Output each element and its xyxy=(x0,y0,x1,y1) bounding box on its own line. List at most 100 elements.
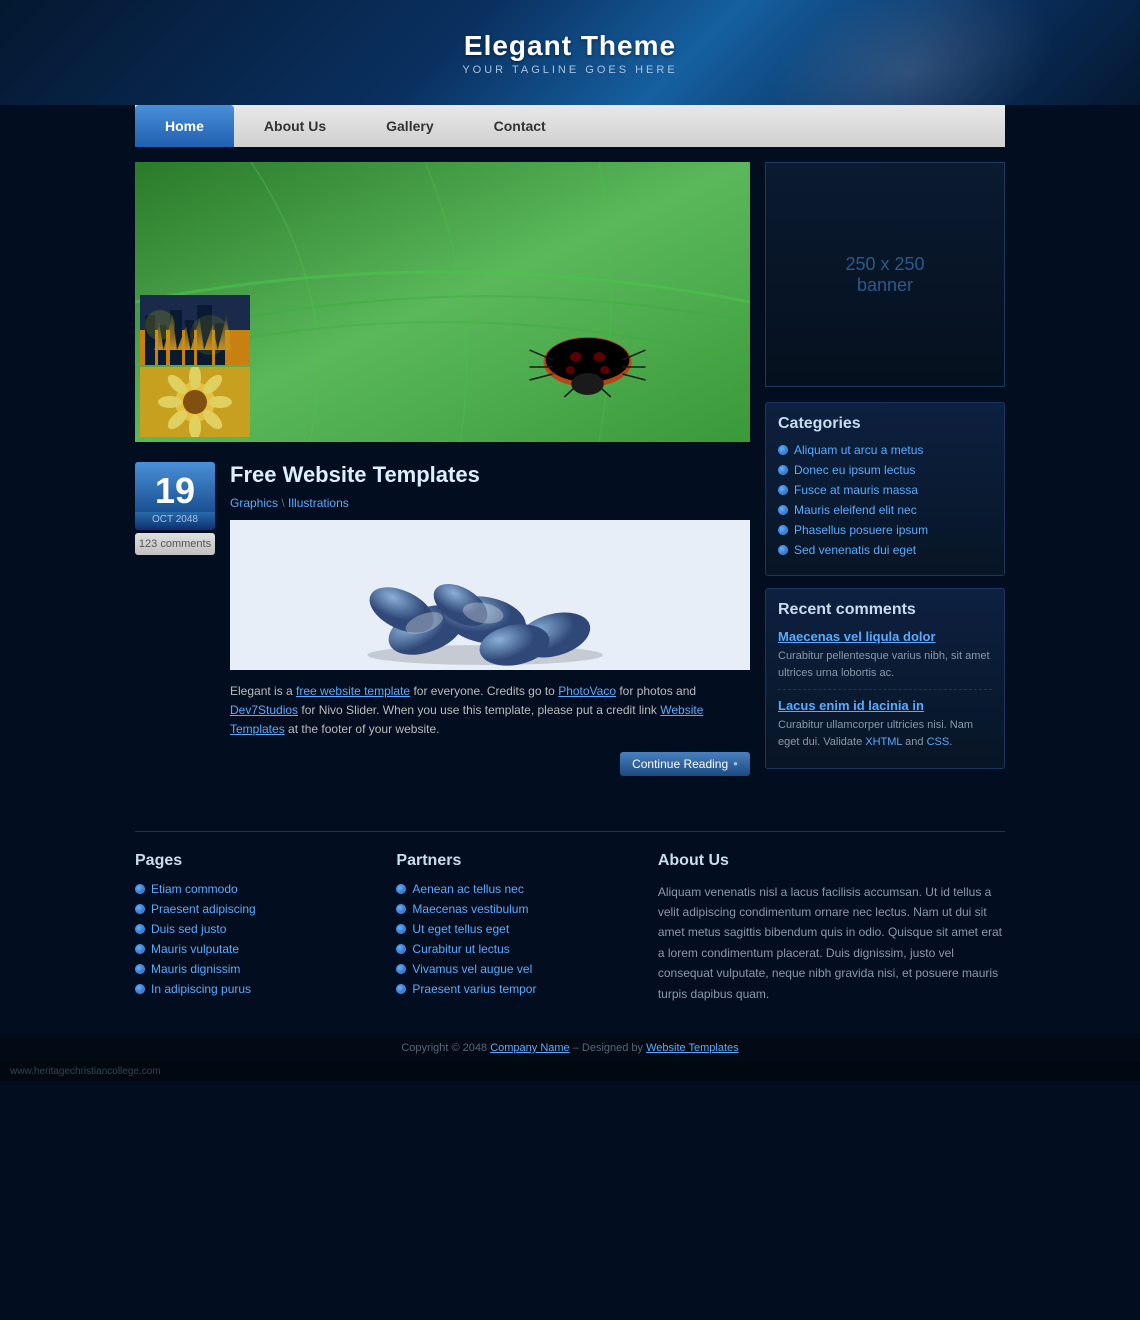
bullet-icon xyxy=(396,984,406,994)
continue-reading-button[interactable]: Continue Reading xyxy=(620,752,750,776)
website-templates-footer-link[interactable]: Website Templates xyxy=(646,1042,739,1054)
categories-title: Categories xyxy=(778,415,992,433)
cat-item-1[interactable]: Aliquam ut arcu a metus xyxy=(778,443,992,457)
footer-partners-title: Partners xyxy=(396,852,627,870)
cat-item-5[interactable]: Phasellus posuere ipsum xyxy=(778,523,992,537)
cat-item-6[interactable]: Sed venenatis dui eget xyxy=(778,543,992,557)
comment-text-2: Curabitur ullamcorper ultricies nisi. Na… xyxy=(778,717,992,750)
main-wrapper: 19 OCT 2048 123 comments Free Website Te… xyxy=(135,147,1005,811)
cat-label-5: Phasellus posuere ipsum xyxy=(794,523,928,537)
recent-comments-title: Recent comments xyxy=(778,601,992,619)
comment-title-2[interactable]: Lacus enim id lacinia in xyxy=(778,698,992,713)
bullet-icon xyxy=(135,984,145,994)
footer-about-text: Aliquam venenatis nisl a lacus facilisis… xyxy=(658,882,1005,1004)
footer-page-6[interactable]: In adipiscing purus xyxy=(135,982,366,996)
bullet-icon xyxy=(396,964,406,974)
cat-bullet-icon xyxy=(778,525,788,535)
browser-status-bar: www.heritagechristiancollege.com xyxy=(0,1062,1140,1081)
cat-item-2[interactable]: Donec eu ipsum lectus xyxy=(778,463,992,477)
nav-item-gallery[interactable]: Gallery xyxy=(356,105,463,147)
company-name-link[interactable]: Company Name xyxy=(490,1042,569,1054)
cat-item-4[interactable]: Mauris eleifend elit nec xyxy=(778,503,992,517)
slider-main-image xyxy=(135,162,750,442)
status-url: www.heritagechristiancollege.com xyxy=(10,1066,161,1077)
bullet-icon xyxy=(135,884,145,894)
categories-widget: Categories Aliquam ut arcu a metus Donec… xyxy=(765,402,1005,576)
bullet-icon xyxy=(135,904,145,914)
recent-comments-widget: Recent comments Maecenas vel liqula dolo… xyxy=(765,588,1005,769)
xhtml-link[interactable]: XHTML xyxy=(865,736,902,748)
site-title: Elegant Theme xyxy=(462,30,677,62)
cat-graphics-link[interactable]: Graphics xyxy=(230,496,278,510)
bullet-icon xyxy=(135,924,145,934)
footer-about-title: About Us xyxy=(658,852,1005,870)
nav-item-home[interactable]: Home xyxy=(135,105,234,147)
css-link[interactable]: CSS xyxy=(927,736,950,748)
nav-item-about[interactable]: About Us xyxy=(234,105,356,147)
footer-pages-title: Pages xyxy=(135,852,366,870)
sidebar-banner[interactable]: 250 x 250 banner xyxy=(765,162,1005,387)
bullet-icon xyxy=(396,904,406,914)
footer-partner-2[interactable]: Maecenas vestibulum xyxy=(396,902,627,916)
comment-title-1[interactable]: Maecenas vel liqula dolor xyxy=(778,629,992,644)
slider-thumb-1[interactable] xyxy=(140,295,250,365)
post-body: Free Website Templates Graphics \ Illust… xyxy=(230,462,750,776)
post-text: Elegant is a free website template for e… xyxy=(230,682,750,740)
footer-page-1[interactable]: Etiam commodo xyxy=(135,882,366,896)
date-number: 19 xyxy=(135,462,215,512)
cat-bullet-icon xyxy=(778,545,788,555)
cat-label-3: Fusce at mauris massa xyxy=(794,483,918,497)
footer-page-4[interactable]: Mauris vulputate xyxy=(135,942,366,956)
footer-partner-3[interactable]: Ut eget tellus eget xyxy=(396,922,627,936)
comment-text-1: Curabitur pellentesque varius nibh, sit … xyxy=(778,648,992,681)
date-month-year: OCT 2048 xyxy=(135,512,215,530)
photovaco-link[interactable]: PhotoVaco xyxy=(558,684,616,698)
footer-partner-5[interactable]: Vivamus vel augue vel xyxy=(396,962,627,976)
footer-columns: Pages Etiam commodo Praesent adipiscing … xyxy=(135,831,1005,1004)
copyright-text2: – Designed by xyxy=(570,1042,646,1054)
sidebar: 250 x 250 banner Categories Aliquam ut a… xyxy=(765,162,1005,796)
footer-page-5[interactable]: Mauris dignissim xyxy=(135,962,366,976)
post-date-box: 19 OCT 2048 123 comments xyxy=(135,462,215,776)
cat-label-4: Mauris eleifend elit nec xyxy=(794,503,917,517)
post-categories: Graphics \ Illustrations xyxy=(230,496,750,510)
bullet-icon xyxy=(396,884,406,894)
blog-post: 19 OCT 2048 123 comments Free Website Te… xyxy=(135,462,750,776)
footer-page-3[interactable]: Duis sed justo xyxy=(135,922,366,936)
slider-thumbnails xyxy=(135,290,255,442)
sidebar-divider xyxy=(778,689,992,690)
post-comments-count[interactable]: 123 comments xyxy=(135,533,215,555)
footer-page-2[interactable]: Praesent adipiscing xyxy=(135,902,366,916)
cat-bullet-icon xyxy=(778,445,788,455)
header-text: Elegant Theme YOUR TAGLINE GOES HERE xyxy=(462,30,677,76)
image-slider[interactable] xyxy=(135,162,750,442)
post-featured-image xyxy=(230,520,750,670)
cat-label-6: Sed venenatis dui eget xyxy=(794,543,916,557)
nav-item-contact[interactable]: Contact xyxy=(464,105,576,147)
footer-pages-col: Pages Etiam commodo Praesent adipiscing … xyxy=(135,852,366,1004)
cat-item-3[interactable]: Fusce at mauris massa xyxy=(778,483,992,497)
footer-partner-4[interactable]: Curabitur ut lectus xyxy=(396,942,627,956)
slider-thumb-2[interactable] xyxy=(140,367,250,437)
footer-partner-1[interactable]: Aenean ac tellus nec xyxy=(396,882,627,896)
footer-partner-6[interactable]: Praesent varius tempor xyxy=(396,982,627,996)
cat-label-2: Donec eu ipsum lectus xyxy=(794,463,915,477)
site-header: Elegant Theme YOUR TAGLINE GOES HERE xyxy=(0,0,1140,105)
cat-bullet-icon xyxy=(778,485,788,495)
free-template-link[interactable]: free website template xyxy=(296,684,410,698)
copyright-bar: Copyright © 2048 Company Name – Designed… xyxy=(0,1034,1140,1062)
copyright-text1: Copyright © 2048 xyxy=(401,1042,490,1054)
website-templates-link[interactable]: Website Templates xyxy=(230,703,703,736)
site-tagline: YOUR TAGLINE GOES HERE xyxy=(462,64,677,76)
main-nav: Home About Us Gallery Contact xyxy=(135,105,1005,147)
cat-label-1: Aliquam ut arcu a metus xyxy=(794,443,923,457)
bullet-icon xyxy=(396,924,406,934)
banner-text: 250 x 250 banner xyxy=(845,254,924,296)
main-content: 19 OCT 2048 123 comments Free Website Te… xyxy=(135,162,750,796)
cat-illustrations-link[interactable]: Illustrations xyxy=(288,496,349,510)
bullet-icon xyxy=(135,944,145,954)
cat-bullet-icon xyxy=(778,465,788,475)
cat-bullet-icon xyxy=(778,505,788,515)
dev7studios-link[interactable]: Dev7Studios xyxy=(230,703,298,717)
footer-about-col: About Us Aliquam venenatis nisl a lacus … xyxy=(658,852,1005,1004)
